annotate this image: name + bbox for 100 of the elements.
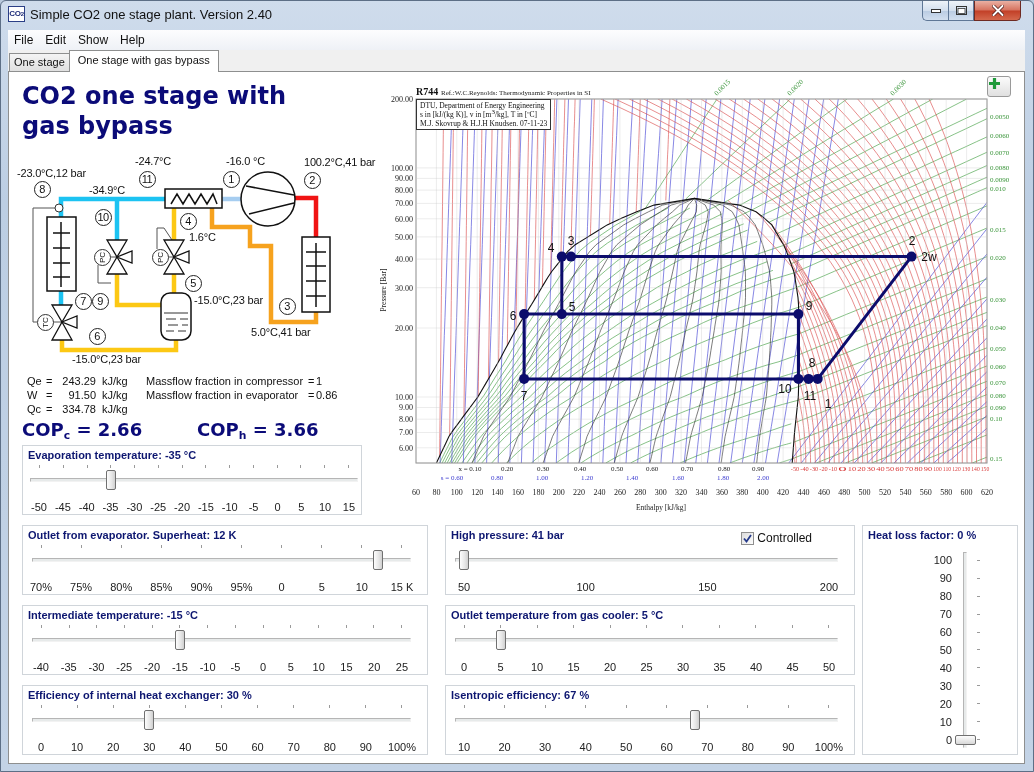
- point-number: 1: [222, 170, 240, 188]
- x-tick-label: 360: [715, 488, 728, 497]
- state-point-label: 5: [568, 300, 576, 314]
- slider-thumb[interactable]: [459, 550, 469, 570]
- slider-thumb[interactable]: [105, 470, 116, 490]
- add-button[interactable]: [987, 76, 1011, 97]
- menu-item[interactable]: Edit: [39, 31, 73, 49]
- tick-label: -5: [248, 501, 259, 514]
- maximize-button[interactable]: [948, 1, 974, 21]
- state-reading: 5.0°C,41 bar: [251, 326, 311, 339]
- x-tick-label: 380: [736, 488, 749, 497]
- menu-item[interactable]: File: [8, 31, 40, 49]
- tick-label: -20: [174, 501, 190, 514]
- x-tick-label: 500: [858, 488, 871, 497]
- tick-label: 20: [107, 741, 120, 754]
- tick-label: 15: [342, 501, 356, 514]
- slider-track[interactable]: [955, 550, 983, 750]
- slider-title: High pressure: 41 bar: [451, 529, 565, 541]
- state-point-marker: [793, 309, 804, 320]
- state-point-marker: [793, 373, 804, 384]
- slider-track[interactable]: [31, 545, 412, 571]
- tick-label: -25: [116, 661, 133, 674]
- page-heading: CO2 one stage with gas bypass: [22, 81, 287, 141]
- tick-label: 70: [939, 607, 952, 621]
- y-tick-label: 200.00: [391, 94, 413, 104]
- point-number: 8: [33, 180, 51, 198]
- point-number: 9: [91, 292, 109, 310]
- chart-title: R744: [416, 86, 439, 97]
- slider-track[interactable]: [31, 705, 412, 731]
- state-point-label: 6: [509, 309, 517, 323]
- x-tick-label: 220: [573, 488, 586, 497]
- state-point-label: 1: [824, 397, 832, 411]
- state-point-marker: [803, 373, 814, 384]
- y-tick-label: 100.00: [391, 163, 413, 173]
- slider-thumb[interactable]: [955, 735, 976, 745]
- tick-label: 40: [939, 661, 952, 675]
- y-tick-label: 10.00: [395, 392, 413, 402]
- x-tick-label: 620: [981, 488, 993, 497]
- slider-thumb[interactable]: [690, 710, 701, 730]
- tick-label: 90: [359, 741, 372, 754]
- minimize-button[interactable]: [922, 1, 948, 21]
- point-number: 2: [303, 171, 321, 189]
- tick-label: 45: [786, 661, 799, 674]
- tick-label: -35: [60, 661, 77, 674]
- tab[interactable]: One stage with gas bypass: [68, 50, 219, 72]
- quantity-value: 243.29: [61, 375, 96, 388]
- tick-label: 15: [340, 661, 353, 674]
- fraction-label: Massflow fraction in evaporator: [146, 389, 300, 402]
- slider-track[interactable]: [29, 465, 359, 491]
- quantity-name: W: [27, 389, 39, 402]
- tick-label: 30: [939, 679, 952, 693]
- tick-label: 100: [576, 581, 595, 594]
- tick-label: -30: [88, 661, 105, 674]
- point-number: 3: [278, 297, 296, 315]
- checkbox[interactable]: [741, 531, 755, 545]
- menu-item[interactable]: Show: [72, 31, 115, 49]
- slider-thumb[interactable]: [495, 630, 506, 650]
- y-tick-label: 7.00: [399, 428, 413, 438]
- equals-sign: =: [46, 375, 54, 388]
- unit-label: kJ/kg: [101, 375, 129, 388]
- x-tick-label: 460: [817, 488, 830, 497]
- y-tick-label: 50.00: [395, 232, 413, 242]
- state-point-marker: [556, 251, 567, 262]
- tick-label: 10: [939, 715, 952, 729]
- slider-title: Outlet temperature from gas cooler: 5 °C: [451, 609, 664, 621]
- close-button[interactable]: [974, 1, 1021, 21]
- tick-label: 25: [395, 661, 409, 674]
- y-tick-label: 90.00: [395, 174, 413, 184]
- tick-label: 90%: [190, 581, 213, 594]
- tick-label: 100%: [387, 741, 416, 754]
- slider-track[interactable]: [454, 705, 839, 731]
- state-reading: -34.9°C: [89, 184, 125, 197]
- slider-track[interactable]: [31, 625, 412, 651]
- tick-label: 20: [368, 661, 381, 674]
- quantity-name: Qe: [27, 375, 43, 388]
- state-point-label: 10: [778, 382, 792, 396]
- tick-label: 20: [939, 697, 952, 711]
- y-tick-label: 6.00: [399, 443, 413, 453]
- slider-thumb[interactable]: [144, 710, 155, 730]
- tick-label: 30: [676, 661, 690, 674]
- menu-item[interactable]: Help: [114, 31, 151, 49]
- y-tick-label: 70.00: [395, 199, 413, 209]
- tick-label: 40: [179, 741, 192, 754]
- tick-label: 100: [933, 553, 952, 567]
- fraction-value: 0.86: [316, 389, 338, 402]
- fraction-value: 1: [316, 375, 324, 388]
- y-tick-label: 8.00: [399, 415, 413, 424]
- tick-label: 85%: [150, 581, 173, 594]
- y-tick-label: 80.00: [395, 185, 413, 195]
- cop-value: COP$_{c}$ = 2.66: [22, 419, 144, 442]
- tick-label: -35: [102, 501, 119, 514]
- slider-thumb[interactable]: [372, 550, 383, 570]
- slider-track[interactable]: [454, 625, 839, 651]
- tab[interactable]: One stage: [9, 53, 70, 71]
- tick-label: 20: [603, 661, 617, 674]
- x-tick-label: 80: [432, 488, 441, 497]
- tick-label: -10: [221, 501, 238, 514]
- tick-label: 80: [741, 741, 754, 754]
- slider-thumb[interactable]: [175, 630, 185, 650]
- x-tick-label: 560: [919, 488, 932, 497]
